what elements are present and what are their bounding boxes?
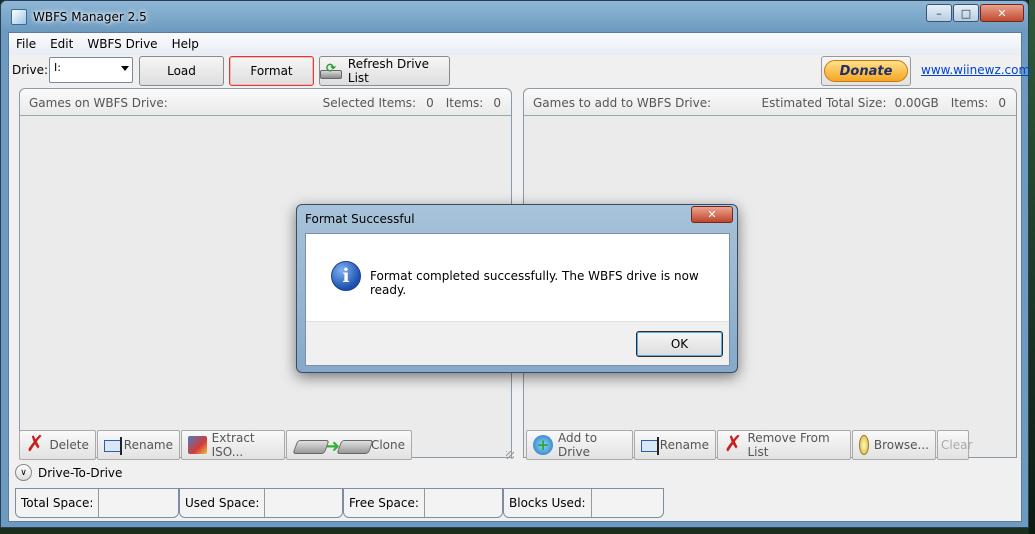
estimated-size-label: Estimated Total Size:	[761, 96, 887, 110]
add-to-drive-button[interactable]: + Add to Drive	[526, 430, 633, 460]
clone-drives-icon: ➜	[292, 434, 374, 457]
drive-select[interactable]: I:	[49, 57, 133, 83]
extract-button-label: Extract ISO...	[211, 431, 255, 459]
rename-add-button[interactable]: Rename	[634, 430, 716, 460]
window-controls: – □ ✕	[926, 4, 1024, 22]
menu-wbfs-drive[interactable]: WBFS Drive	[80, 33, 164, 55]
ok-button-label: OK	[670, 337, 689, 351]
browse-icon	[859, 435, 869, 455]
refresh-button-label: Refresh Drive List	[347, 57, 430, 85]
refresh-drive-list-button[interactable]: ⟳ Refresh Drive List	[319, 56, 450, 86]
title-bar[interactable]: WBFS Manager 2.5 – □ ✕	[1, 1, 1028, 31]
rename-icon	[104, 437, 122, 455]
drive-label: Drive:	[12, 63, 49, 77]
right-action-bar: + Add to Drive Rename ✗ Remove From List…	[526, 430, 1000, 461]
info-icon: i	[331, 261, 361, 291]
donate-label: Donate	[824, 60, 908, 82]
format-button-label: Format	[250, 64, 293, 78]
games-to-add-header: Games to add to WBFS Drive: Estimated To…	[524, 89, 1016, 116]
clone-button[interactable]: ➜ Clone	[286, 430, 412, 460]
maximize-icon[interactable]: □	[953, 4, 979, 22]
format-button[interactable]: Format	[229, 56, 314, 86]
menu-file[interactable]: File	[9, 33, 43, 55]
chevron-down-icon[interactable]: ∨	[15, 464, 32, 481]
used-space-label: Used Space:	[180, 489, 266, 517]
games-on-drive-stats: Selected Items: 0 Items: 0	[323, 96, 501, 110]
total-space-label: Total Space:	[16, 489, 100, 517]
estimated-size-value: 0.00GB	[894, 96, 939, 110]
extract-iso-button[interactable]: Extract ISO...	[181, 430, 285, 460]
chevron-down-icon	[121, 66, 129, 71]
left-action-bar: ✗ Delete Rename Extract ISO... ➜ Clone	[19, 430, 514, 461]
app-icon	[11, 9, 27, 25]
menu-edit[interactable]: Edit	[43, 33, 80, 55]
add-to-drive-label: Add to Drive	[557, 431, 598, 459]
rename-add-label: Rename	[659, 438, 709, 452]
donate-button[interactable]: Donate	[821, 56, 911, 86]
ok-button[interactable]: OK	[636, 331, 723, 357]
remove-from-list-button[interactable]: ✗ Remove From List	[717, 430, 851, 460]
games-on-drive-header: Games on WBFS Drive: Selected Items: 0 I…	[20, 89, 511, 116]
status-bar: Total Space: Used Space: Free Space: Blo…	[15, 488, 664, 518]
red-x-icon: ✗	[26, 432, 45, 457]
clear-button[interactable]: Clear	[937, 430, 973, 460]
format-successful-dialog: Format Successful ✕ i Format completed s…	[296, 204, 738, 373]
drive-select-value: I:	[54, 61, 61, 74]
minimize-icon[interactable]: –	[926, 4, 952, 22]
load-button-label: Load	[167, 64, 196, 78]
items-value: 0	[493, 96, 501, 110]
used-space-cell: Used Space:	[179, 488, 343, 518]
browse-button-label: Browse...	[873, 438, 929, 452]
delete-button-label: Delete	[49, 438, 89, 452]
rename-button-label: Rename	[123, 438, 173, 452]
website-link[interactable]: www.wiinewz.com	[921, 63, 1030, 77]
menu-help[interactable]: Help	[165, 33, 206, 55]
extract-icon	[188, 436, 207, 454]
dialog-footer: OK	[306, 321, 729, 365]
rename-button[interactable]: Rename	[97, 430, 180, 460]
games-to-add-stats: Estimated Total Size: 0.00GB Items: 0	[762, 96, 1006, 110]
menu-bar: File Edit WBFS Drive Help	[9, 33, 1021, 55]
close-icon[interactable]: ✕	[691, 206, 733, 223]
items-label: Items:	[445, 96, 484, 110]
drive-to-drive-label: Drive-To-Drive	[38, 465, 123, 480]
free-space-label: Free Space:	[344, 489, 425, 517]
clear-button-label: Clear	[941, 438, 973, 452]
free-space-cell: Free Space:	[343, 488, 503, 518]
add-items-value: 0	[998, 96, 1006, 110]
blocks-used-label: Blocks Used:	[504, 489, 592, 517]
total-space-cell: Total Space:	[15, 488, 179, 518]
resize-grip-icon[interactable]	[506, 451, 514, 459]
add-items-label: Items:	[950, 96, 989, 110]
dialog-message: Format completed successfully. The WBFS …	[370, 269, 699, 297]
blocks-used-cell: Blocks Used:	[503, 488, 664, 518]
dialog-body: i Format completed successfully. The WBF…	[305, 233, 730, 366]
browse-button[interactable]: Browse...	[852, 430, 936, 460]
rename-icon	[641, 437, 659, 455]
desktop-background	[1029, 0, 1035, 534]
drive-to-drive-section: ∨ Drive-To-Drive	[15, 464, 122, 481]
delete-button[interactable]: ✗ Delete	[19, 430, 96, 460]
selected-items-label: Selected Items:	[322, 96, 417, 110]
window-title: WBFS Manager 2.5	[33, 10, 147, 24]
dialog-title: Format Successful	[305, 212, 415, 226]
games-on-drive-title: Games on WBFS Drive:	[29, 96, 168, 110]
load-button[interactable]: Load	[139, 56, 224, 86]
selected-items-value: 0	[426, 96, 434, 110]
add-disc-icon: +	[533, 435, 553, 455]
refresh-drive-icon: ⟳	[320, 62, 343, 79]
clone-button-label: Clone	[370, 438, 405, 452]
red-x-icon: ✗	[724, 432, 743, 457]
games-to-add-title: Games to add to WBFS Drive:	[533, 96, 712, 110]
close-icon[interactable]: ✕	[980, 4, 1024, 22]
remove-from-list-label: Remove From List	[747, 431, 830, 459]
